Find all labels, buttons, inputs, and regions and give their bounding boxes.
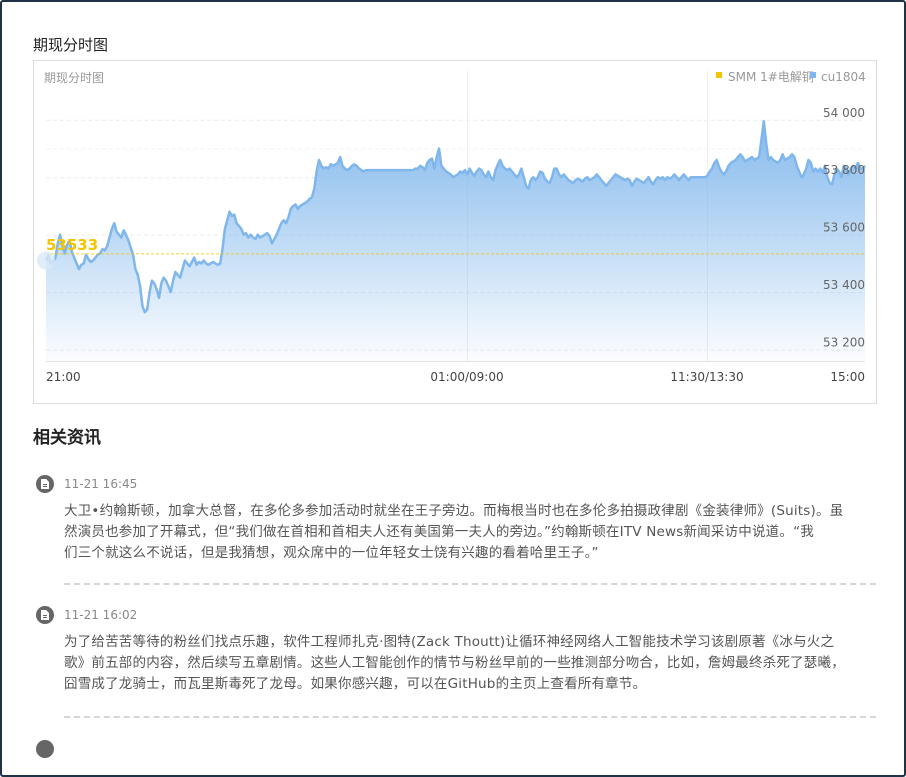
news-line: 大卫•约翰斯顿，加拿大总督，在多伦多参加活动时就坐在王子旁边。而梅根当时也在多伦… (64, 503, 844, 519)
legend-swatch-spot (716, 72, 722, 78)
y-tick-label: 53 200 (823, 336, 865, 350)
legend-label-spot: SMM 1#电解铜 (728, 69, 814, 84)
news-time: 11-21 16:45 (64, 477, 138, 491)
news-line: 们三个就这么不说话，但是我猜想，观众席中的一位年轻女士饶有兴趣的看着哈里王子。” (64, 545, 599, 561)
spot-price-label: 53533 (46, 236, 98, 254)
news-section-title: 相关资讯 (33, 428, 101, 448)
news-line: 歌》前五部的内容，然后续写五章剧情。这些人工智能创作的情节与粉丝早前的一些推测部… (64, 655, 845, 671)
legend-swatch-cu1804 (810, 72, 816, 78)
news-body[interactable]: 为了给苦苦等待的粉丝们找点乐趣，软件工程师扎克·图特(Zack Thoutt)让… (64, 632, 864, 695)
start-marker (37, 251, 55, 270)
news-time: 11-21 16:02 (64, 608, 138, 622)
news-item[interactable]: 11-21 16:02 为了给苦苦等待的粉丝们找点乐趣，软件工程师扎克·图特(Z… (33, 606, 876, 722)
y-tick-label: 53 800 (823, 163, 865, 177)
document-icon (36, 606, 54, 624)
x-tick-label: 11:30/13:30 (670, 370, 743, 384)
section-title: 期现分时图 (33, 36, 109, 54)
news-line: 囧雪成了龙骑士，而瓦里斯毒死了龙母。如果你感兴趣，可以在GitHub的主页上查看… (64, 676, 647, 692)
document-icon (36, 475, 54, 493)
document-icon (36, 740, 54, 758)
chart-title: 期现分时图 (44, 71, 104, 85)
news-line: 然演员也参加了开幕式，但“我们做在首相和首相夫人还有美国第一夫人的旁边。”约翰斯… (64, 524, 814, 540)
x-tick-label: 21:00 (46, 370, 81, 384)
chart-panel: 53533 期现分时图 SMM 1#电解铜 cu1804 53 200 53 400 53 … (33, 60, 877, 404)
y-tick-label: 53 400 (823, 278, 865, 292)
timeshare-chart: 53533 期现分时图 SMM 1#电解铜 cu1804 53 200 53 400 53 … (37, 69, 866, 384)
legend-label-cu1804: cu1804 (821, 70, 866, 84)
x-tick-label: 01:00/09:00 (430, 370, 503, 384)
news-divider (64, 716, 876, 718)
y-tick-label: 53 600 (823, 221, 865, 235)
page-frame: 期现分时图 53533 期现分时图 SMM 1#电解铜 cu1804 53 200 53 … (0, 0, 906, 777)
news-divider (64, 583, 876, 585)
y-tick-label: 54 000 (823, 106, 865, 120)
x-tick-label: 15:00 (830, 370, 865, 384)
news-item[interactable]: 11-21 16:45 大卫•约翰斯顿，加拿大总督，在多伦多参加活动时就坐在王子… (33, 475, 876, 587)
news-body[interactable]: 大卫•约翰斯顿，加拿大总督，在多伦多参加活动时就坐在王子旁边。而梅根当时也在多伦… (64, 501, 864, 564)
news-line: 为了给苦苦等待的粉丝们找点乐趣，软件工程师扎克·图特(Zack Thoutt)让… (64, 634, 835, 650)
